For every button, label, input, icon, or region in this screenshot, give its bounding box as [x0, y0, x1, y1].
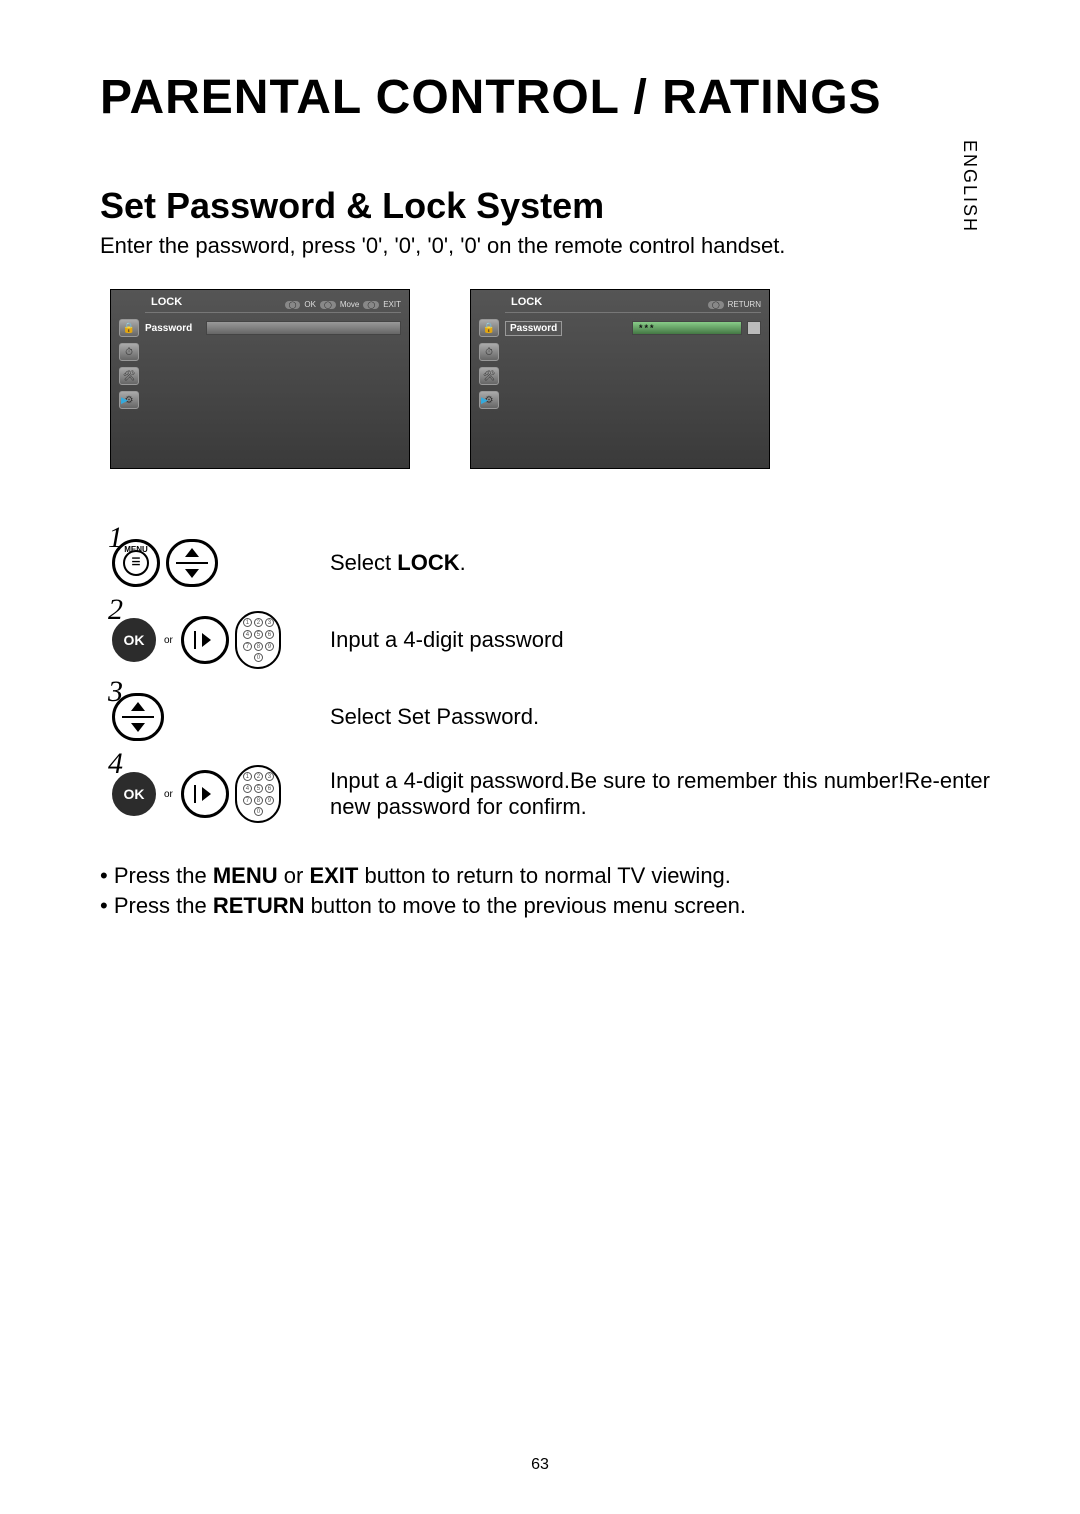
up-down-button-icon: [112, 693, 164, 741]
up-down-button-icon: [166, 539, 218, 587]
password-field-left[interactable]: [206, 321, 401, 335]
ok-button-icon: OK: [112, 618, 156, 662]
time-icon: [119, 343, 139, 361]
tv-hints-right: ◯ RETURN: [708, 300, 761, 309]
step-3: 3 Select Set Password.: [112, 693, 990, 741]
intro-text: Enter the password, press '0', '0', '0',…: [100, 233, 990, 259]
section-title: Set Password & Lock System: [100, 185, 990, 227]
step-1: 1 MENU Select LOCK.: [112, 539, 990, 587]
language-side-label: ENGLISH: [959, 140, 980, 233]
tv-hints-left: ◯OK ◯Move ◯EXIT: [285, 300, 401, 309]
menu-button-label: MENU: [124, 546, 148, 554]
lock-icon: [119, 319, 139, 337]
tv-title-left: LOCK: [151, 296, 182, 308]
hint-move: Move: [340, 300, 360, 309]
ok-button-icon: OK: [112, 772, 156, 816]
hint-exit: EXIT: [383, 300, 401, 309]
time-icon: [479, 343, 499, 361]
field-end-cap: [747, 321, 761, 335]
tv-screen-left: LOCK ◯OK ◯Move ◯EXIT Password ▶: [110, 289, 410, 469]
page-title: PARENTAL CONTROL / RATINGS: [100, 70, 990, 125]
tv-row-label-right: Password: [505, 321, 562, 336]
or-label: or: [164, 789, 173, 800]
numpad-icon: 1234567890: [235, 765, 281, 823]
notes-block: • Press the MENU or EXIT button to retur…: [100, 863, 990, 919]
lock-icon: [479, 319, 499, 337]
tv-row-password-left: Password: [119, 319, 401, 337]
tv-row-label-left: Password: [145, 323, 192, 334]
or-label: or: [164, 635, 173, 646]
menu-button-icon: MENU: [112, 539, 160, 587]
step-1-text: Select LOCK.: [330, 550, 990, 576]
note-1: • Press the MENU or EXIT button to retur…: [100, 863, 990, 889]
step-3-text: Select Set Password.: [330, 704, 990, 730]
note-2: • Press the RETURN button to move to the…: [100, 893, 990, 919]
hint-return: RETURN: [728, 300, 761, 309]
step-4: 4 OK or 1234567890 Input a 4-digit passw…: [112, 765, 990, 823]
page-number: 63: [531, 1456, 549, 1474]
step-4-text: Input a 4-digit password.Be sure to reme…: [330, 768, 990, 820]
right-arrow-button-icon: [181, 770, 229, 818]
setup-icon: [479, 367, 499, 385]
nav-arrow-icon: ▶: [481, 395, 488, 406]
tv-row-password-right: Password ***: [479, 319, 761, 337]
hint-ok: OK: [304, 300, 316, 309]
return-pill-icon: ◯: [708, 301, 724, 309]
numpad-icon: 1234567890: [235, 611, 281, 669]
right-arrow-button-icon: [181, 616, 229, 664]
nav-arrow-icon: ▶: [121, 395, 128, 406]
exit-pill-icon: ◯: [363, 301, 379, 309]
step-2: 2 OK or 1234567890 Input a 4-digit passw…: [112, 611, 990, 669]
tv-title-right: LOCK: [511, 296, 542, 308]
move-pill-icon: ◯: [320, 301, 336, 309]
setup-icon: [119, 367, 139, 385]
tv-screen-right: LOCK ◯ RETURN Password *** ▶: [470, 289, 770, 469]
step-2-text: Input a 4-digit password: [330, 627, 990, 653]
password-field-right[interactable]: ***: [632, 321, 742, 335]
ok-pill-icon: ◯: [285, 301, 301, 309]
